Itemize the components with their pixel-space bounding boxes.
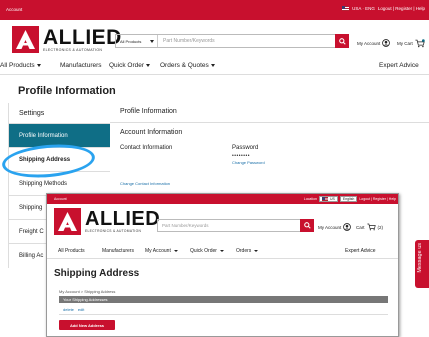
user-icon bbox=[382, 39, 391, 47]
overlay-main-nav: All Products Manufacturers My Account Qu… bbox=[47, 247, 398, 257]
allied-logo[interactable]: ALLIED ELECTRONICS & AUTOMATION bbox=[12, 26, 122, 53]
message-us-label: Message us bbox=[417, 243, 423, 273]
nav-quick-order[interactable]: Quick Order bbox=[109, 62, 151, 69]
user-icon bbox=[343, 223, 352, 231]
delete-address-link[interactable]: delete bbox=[63, 307, 74, 312]
sidebar-item-profile-information[interactable]: Profile Information bbox=[9, 123, 110, 147]
nav-manufacturers[interactable]: Manufacturers bbox=[102, 248, 134, 254]
location-label: Location bbox=[303, 197, 317, 201]
top-utility-bar: Account USA · ENG Logout | Register | He… bbox=[0, 0, 429, 20]
chevron-down-icon bbox=[36, 63, 41, 67]
main-heading: Profile Information bbox=[120, 108, 177, 115]
overlay-cart-link[interactable]: Cart (2) bbox=[356, 223, 383, 231]
brand-name: ALLIED bbox=[43, 25, 122, 49]
nav-all-products[interactable]: All Products bbox=[0, 62, 41, 69]
account-information-heading: Account Information bbox=[120, 129, 183, 136]
overlay-allied-logo[interactable]: ALLIED ELECTRONICS & AUTOMATION bbox=[54, 208, 160, 235]
us-flag-icon bbox=[321, 197, 328, 201]
product-category-select[interactable]: All Products bbox=[116, 35, 158, 47]
chevron-down-icon bbox=[210, 63, 215, 67]
nav-divider bbox=[0, 74, 429, 75]
nav-orders-quotes[interactable]: Orders & Quotes bbox=[160, 62, 215, 69]
overlay-search-button[interactable] bbox=[300, 219, 314, 232]
chevron-down-icon bbox=[146, 63, 151, 67]
chevron-down-icon bbox=[254, 249, 259, 252]
nav-expert-advice[interactable]: Expert Advice bbox=[345, 248, 376, 254]
my-cart-link[interactable]: My Cart bbox=[397, 39, 425, 48]
allied-logo-mark-icon bbox=[12, 26, 39, 53]
search-bar: All Products Part Number/Keywords bbox=[115, 34, 349, 48]
password-label: Password bbox=[232, 145, 259, 151]
shipping-addresses-section-bar: Your Shipping Addresses bbox=[59, 296, 388, 303]
nav-orders[interactable]: Orders bbox=[236, 248, 259, 254]
us-flag-icon bbox=[342, 6, 350, 11]
address-divider bbox=[59, 314, 388, 315]
sidebar-heading: Settings bbox=[19, 109, 45, 117]
overlay-account-link[interactable]: Account bbox=[54, 197, 67, 201]
nav-quick-order[interactable]: Quick Order bbox=[190, 248, 224, 254]
add-new-address-button[interactable]: Add New Address bbox=[59, 320, 115, 330]
address-actions: delete edit bbox=[63, 307, 84, 312]
nav-my-account[interactable]: My Account bbox=[145, 248, 178, 254]
topbar-right: USA · ENG Logout | Register | Help bbox=[342, 6, 425, 11]
contact-information-label: Contact Information bbox=[120, 145, 173, 151]
main-nav: All Products Manufacturers Quick Order O… bbox=[0, 60, 429, 72]
shipping-address-overlay: Account Location US English Logout | Reg… bbox=[46, 193, 399, 337]
main-divider bbox=[110, 122, 429, 123]
topbar-links[interactable]: Logout | Register | Help bbox=[378, 6, 425, 11]
language-select[interactable]: English bbox=[339, 196, 358, 202]
overlay-top-bar: Account Location US English Logout | Reg… bbox=[47, 194, 398, 204]
my-account-link[interactable]: My Account bbox=[357, 39, 391, 47]
allied-logo-mark-icon bbox=[54, 208, 81, 235]
edit-address-link[interactable]: edit bbox=[78, 307, 84, 312]
site-header: ALLIED ELECTRONICS & AUTOMATION All Prod… bbox=[0, 20, 429, 60]
overlay-search-input[interactable]: Part Number/Keywords bbox=[157, 219, 302, 232]
nav-manufacturers[interactable]: Manufacturers bbox=[60, 62, 102, 69]
location-select[interactable]: US bbox=[318, 196, 338, 202]
search-button[interactable] bbox=[335, 34, 349, 48]
overlay-topbar-links[interactable]: Logout | Register | Help bbox=[359, 197, 396, 201]
shipping-address-title: Shipping Address bbox=[54, 268, 140, 279]
cart-icon bbox=[415, 39, 425, 48]
change-password-link[interactable]: Change Password bbox=[232, 160, 265, 165]
nav-expert-advice[interactable]: Expert Advice bbox=[379, 62, 419, 69]
chevron-down-icon bbox=[219, 249, 224, 252]
password-value: •••••••• bbox=[232, 153, 251, 159]
brand-name: ALLIED bbox=[85, 208, 161, 230]
chevron-down-icon bbox=[173, 249, 178, 252]
locale-selector[interactable]: USA · ENG bbox=[352, 6, 375, 11]
cart-count: (2) bbox=[377, 224, 384, 230]
breadcrumb[interactable]: My Account > Shipping Address bbox=[59, 289, 115, 294]
chevron-down-icon bbox=[150, 39, 154, 43]
nav-all-products[interactable]: All Products bbox=[58, 248, 85, 254]
overlay-nav-divider bbox=[47, 258, 398, 259]
cart-icon bbox=[366, 223, 376, 231]
account-link[interactable]: Account bbox=[6, 7, 22, 12]
search-input[interactable]: Part Number/Keywords bbox=[158, 38, 348, 44]
change-contact-link[interactable]: Change Contact Information bbox=[120, 181, 170, 186]
page-title: Profile Information bbox=[18, 85, 116, 97]
search-icon bbox=[303, 222, 311, 229]
search-icon bbox=[338, 37, 346, 45]
overlay-my-account-link[interactable]: My Account bbox=[318, 223, 352, 231]
message-us-tab[interactable]: Message us bbox=[415, 240, 429, 288]
overlay-topbar-right: Location US English Logout | Register | … bbox=[304, 196, 396, 202]
